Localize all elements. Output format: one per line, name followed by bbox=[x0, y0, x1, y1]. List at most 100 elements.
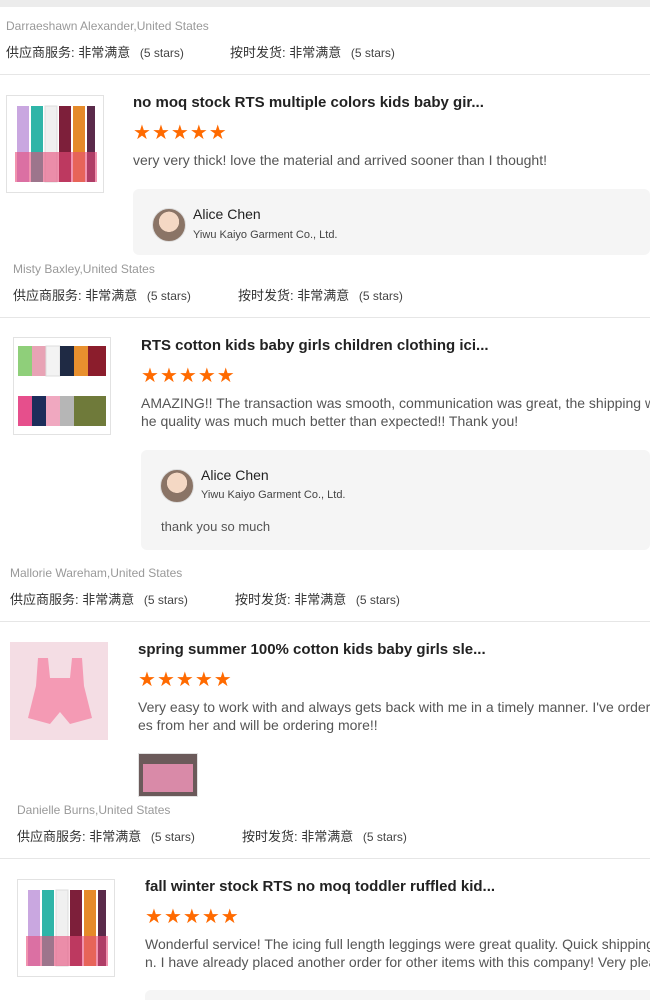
star-icon: ★ bbox=[201, 906, 220, 928]
on-time-label: 按时发货: bbox=[230, 45, 286, 60]
rating-stars-text: (5 stars) bbox=[139, 46, 184, 60]
rating-stars-text: (5 stars) bbox=[355, 593, 400, 607]
product-thumbnail[interactable] bbox=[10, 642, 108, 740]
review-text-line: AMAZING!! The transaction was smooth, co… bbox=[141, 395, 650, 411]
rating-stars-text: (5 stars) bbox=[146, 289, 191, 303]
supplier-service-rating: 供应商服务: 非常满意 (5 stars) bbox=[10, 589, 188, 608]
review-text-line: es from her and will be ordering more!! bbox=[138, 717, 378, 733]
seller-reply-text: thank you so much bbox=[161, 519, 271, 534]
on-time-delivery-rating: 按时发货: 非常满意 (5 stars) bbox=[238, 285, 403, 304]
star-rating: ★★★★★ bbox=[133, 122, 228, 144]
product-thumbnail[interactable] bbox=[13, 337, 111, 435]
seller-reply: Alice Chen Yiwu Kaiyo Garment Co., Ltd. … bbox=[141, 450, 650, 550]
rating-stars-text: (5 stars) bbox=[143, 593, 188, 607]
divider bbox=[0, 621, 650, 622]
review-text-line: he quality was much much better than exp… bbox=[141, 413, 519, 429]
romper-product-image bbox=[10, 642, 108, 740]
product-thumbnail[interactable] bbox=[6, 95, 104, 193]
star-icon: ★ bbox=[194, 669, 213, 691]
star-icon: ★ bbox=[133, 122, 151, 144]
review-attachment-photo[interactable] bbox=[138, 753, 198, 797]
seller-name: Alice Chen bbox=[201, 467, 269, 483]
divider bbox=[0, 858, 650, 859]
supplier-service-rating: 供应商服务: 非常满意 (5 stars) bbox=[17, 826, 195, 845]
on-time-label: 按时发货: bbox=[242, 829, 298, 844]
seller-company: Yiwu Kaiyo Garment Co., Ltd. bbox=[201, 489, 346, 501]
rating-value: 非常满意 bbox=[301, 829, 354, 844]
rating-stars-text: (5 stars) bbox=[350, 46, 395, 60]
star-icon: ★ bbox=[213, 669, 232, 691]
on-time-delivery-rating: 按时发货: 非常满意 (5 stars) bbox=[235, 589, 400, 608]
star-icon: ★ bbox=[145, 906, 163, 928]
star-icon: ★ bbox=[159, 365, 178, 387]
rating-value: 非常满意 bbox=[89, 829, 142, 844]
on-time-label: 按时发货: bbox=[238, 288, 294, 303]
rating-value: 非常满意 bbox=[85, 288, 138, 303]
supplier-service-label: 供应商服务: bbox=[6, 45, 75, 60]
rating-value: 非常满意 bbox=[82, 592, 135, 607]
reviewer-name: Misty Baxley,United States bbox=[13, 262, 155, 276]
review-text-line: n. I have already placed another order f… bbox=[145, 954, 650, 970]
star-icon: ★ bbox=[182, 906, 201, 928]
top-bar bbox=[0, 0, 650, 7]
rating-value: 非常满意 bbox=[289, 45, 342, 60]
rating-value: 非常满意 bbox=[294, 592, 347, 607]
seller-name: Alice Chen bbox=[193, 206, 261, 222]
seller-avatar bbox=[152, 208, 186, 242]
rating-stars-text: (5 stars) bbox=[150, 830, 195, 844]
star-icon: ★ bbox=[178, 365, 197, 387]
on-time-delivery-rating: 按时发货: 非常满意 (5 stars) bbox=[242, 826, 407, 845]
star-icon: ★ bbox=[138, 669, 156, 691]
leggings-product-image bbox=[15, 105, 97, 183]
star-icon: ★ bbox=[156, 669, 175, 691]
review-text: Wonderful service! The icing full length… bbox=[145, 935, 650, 971]
supplier-service-label: 供应商服务: bbox=[17, 829, 86, 844]
review-text: AMAZING!! The transaction was smooth, co… bbox=[141, 394, 650, 430]
rating-stars-text: (5 stars) bbox=[362, 830, 407, 844]
product-title[interactable]: fall winter stock RTS no moq toddler ruf… bbox=[145, 878, 495, 895]
star-icon: ★ bbox=[220, 906, 239, 928]
divider bbox=[0, 74, 650, 75]
product-title[interactable]: spring summer 100% cotton kids baby girl… bbox=[138, 641, 486, 658]
product-title[interactable]: no moq stock RTS multiple colors kids ba… bbox=[133, 94, 484, 111]
supplier-service-label: 供应商服务: bbox=[13, 288, 82, 303]
divider bbox=[0, 317, 650, 318]
rating-value: 非常满意 bbox=[297, 288, 350, 303]
rating-value: 非常满意 bbox=[78, 45, 131, 60]
rating-stars-text: (5 stars) bbox=[358, 289, 403, 303]
supplier-service-label: 供应商服务: bbox=[10, 592, 79, 607]
star-icon: ★ bbox=[151, 122, 170, 144]
reviewer-name: Mallorie Wareham,United States bbox=[10, 566, 183, 580]
reviewer-name: Danielle Burns,United States bbox=[17, 803, 171, 817]
star-rating: ★★★★★ bbox=[141, 365, 236, 387]
review-text-line: Very easy to work with and always gets b… bbox=[138, 699, 650, 715]
seller-reply: Alice Chen Yiwu Kaiyo Garment Co., Ltd. bbox=[133, 189, 650, 255]
star-icon: ★ bbox=[216, 365, 235, 387]
leggings-product-image bbox=[26, 889, 108, 967]
star-icon: ★ bbox=[208, 122, 227, 144]
star-icon: ★ bbox=[170, 122, 189, 144]
product-thumbnail[interactable] bbox=[17, 879, 115, 977]
review-text: very very thick! love the material and a… bbox=[133, 151, 547, 169]
star-icon: ★ bbox=[189, 122, 208, 144]
review-text: Very easy to work with and always gets b… bbox=[138, 698, 650, 734]
star-icon: ★ bbox=[163, 906, 182, 928]
attachment-image bbox=[139, 754, 197, 796]
supplier-service-rating: 供应商服务: 非常满意 (5 stars) bbox=[13, 285, 191, 304]
star-rating: ★★★★★ bbox=[138, 669, 233, 691]
star-icon: ★ bbox=[141, 365, 159, 387]
on-time-delivery-rating: 按时发货: 非常满意 (5 stars) bbox=[230, 42, 395, 61]
review-text-line: very very thick! love the material and a… bbox=[133, 152, 547, 168]
tshirts-product-image bbox=[18, 345, 106, 426]
review-text-line: Wonderful service! The icing full length… bbox=[145, 936, 650, 952]
star-rating: ★★★★★ bbox=[145, 906, 240, 928]
on-time-label: 按时发货: bbox=[235, 592, 291, 607]
product-title[interactable]: RTS cotton kids baby girls children clot… bbox=[141, 337, 489, 354]
seller-company: Yiwu Kaiyo Garment Co., Ltd. bbox=[193, 229, 338, 241]
reviewer-name: Darraeshawn Alexander,United States bbox=[6, 19, 209, 33]
seller-reply bbox=[145, 990, 650, 1000]
supplier-service-rating: 供应商服务: 非常满意 (5 stars) bbox=[6, 42, 184, 61]
star-icon: ★ bbox=[197, 365, 216, 387]
star-icon: ★ bbox=[175, 669, 194, 691]
seller-avatar bbox=[160, 469, 194, 503]
